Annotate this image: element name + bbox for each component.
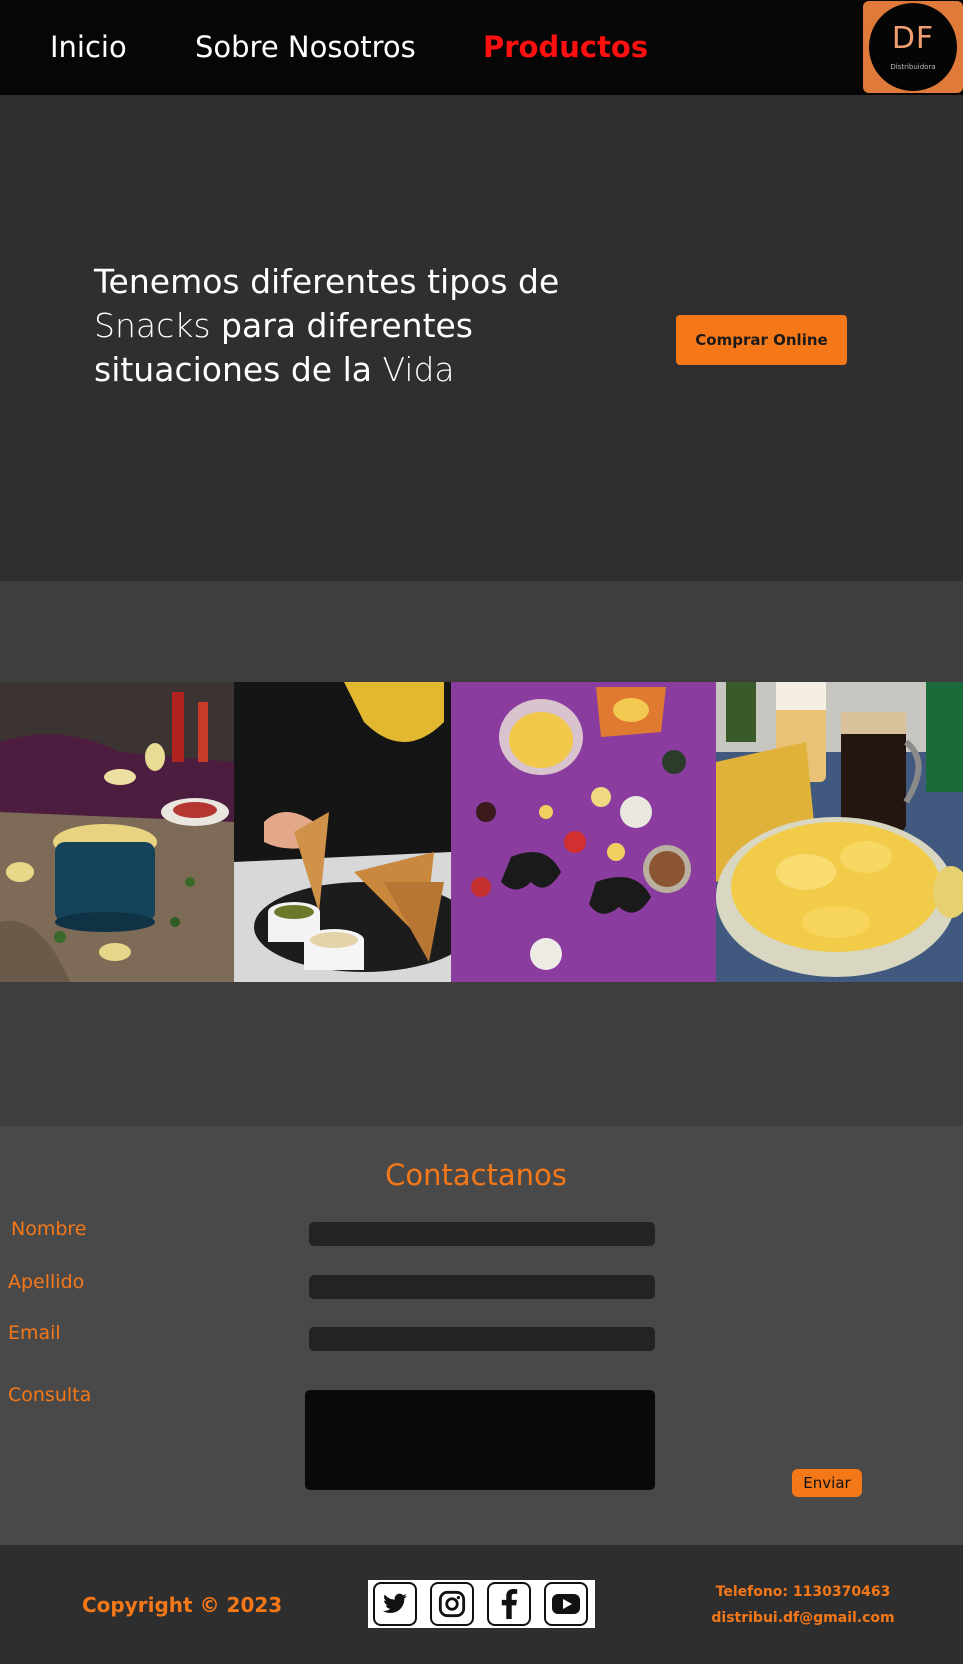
hero-title: Tenemos diferentes tipos de Snacks para … bbox=[94, 260, 614, 392]
nav-link-inicio[interactable]: Inicio bbox=[50, 30, 127, 64]
copyright-text: Copyright © 2023 bbox=[82, 1593, 283, 1617]
social-links bbox=[368, 1580, 595, 1628]
gallery-photo-chips-beer bbox=[716, 682, 963, 982]
email-input[interactable] bbox=[309, 1327, 655, 1351]
logo-letters: DF bbox=[891, 21, 935, 56]
contact-title: Contactanos bbox=[385, 1158, 567, 1192]
nav-link-sobre-nosotros[interactable]: Sobre Nosotros bbox=[195, 30, 416, 64]
top-navbar: Inicio Sobre Nosotros Productos DF Distr… bbox=[0, 0, 963, 95]
hero-title-vida: Vida bbox=[382, 350, 455, 389]
hero-section: Tenemos diferentes tipos de Snacks para … bbox=[0, 95, 963, 581]
nav-link-productos[interactable]: Productos bbox=[483, 30, 648, 64]
email-label: Email bbox=[8, 1322, 61, 1344]
nombre-input[interactable] bbox=[309, 1222, 655, 1246]
facebook-icon[interactable] bbox=[487, 1582, 531, 1626]
consulta-textarea[interactable] bbox=[305, 1390, 655, 1490]
instagram-icon[interactable] bbox=[430, 1582, 474, 1626]
gallery-photo-chips-dip bbox=[234, 682, 451, 982]
comprar-online-button[interactable]: Comprar Online bbox=[676, 315, 847, 365]
footer-email[interactable]: distribui.df@gmail.com bbox=[700, 1610, 906, 1626]
nombre-label: Nombre bbox=[11, 1218, 87, 1240]
consulta-label: Consulta bbox=[8, 1384, 92, 1406]
gallery-photo-chips-tin bbox=[0, 682, 234, 982]
youtube-icon[interactable] bbox=[544, 1582, 588, 1626]
twitter-icon[interactable] bbox=[373, 1582, 417, 1626]
logo-subtitle: Distribuidora bbox=[890, 63, 936, 71]
footer-phone: Telefono: 1130370463 bbox=[715, 1584, 891, 1600]
contact-section: Contactanos Nombre Apellido Email Consul… bbox=[0, 1126, 963, 1545]
enviar-button[interactable]: Enviar bbox=[792, 1469, 862, 1497]
gallery-section bbox=[0, 581, 963, 1126]
gallery-photo-gaming-snacks bbox=[451, 682, 716, 982]
logo[interactable]: DF Distribuidora bbox=[863, 1, 963, 93]
footer: Copyright © 2023 Telefono: 1130370463 di… bbox=[0, 1545, 963, 1664]
apellido-input[interactable] bbox=[309, 1275, 655, 1299]
apellido-label: Apellido bbox=[8, 1271, 85, 1293]
hero-title-snacks: Snacks bbox=[94, 306, 211, 345]
logo-disc: DF Distribuidora bbox=[869, 3, 957, 91]
hero-title-part1: Tenemos diferentes tipos de bbox=[94, 262, 560, 301]
